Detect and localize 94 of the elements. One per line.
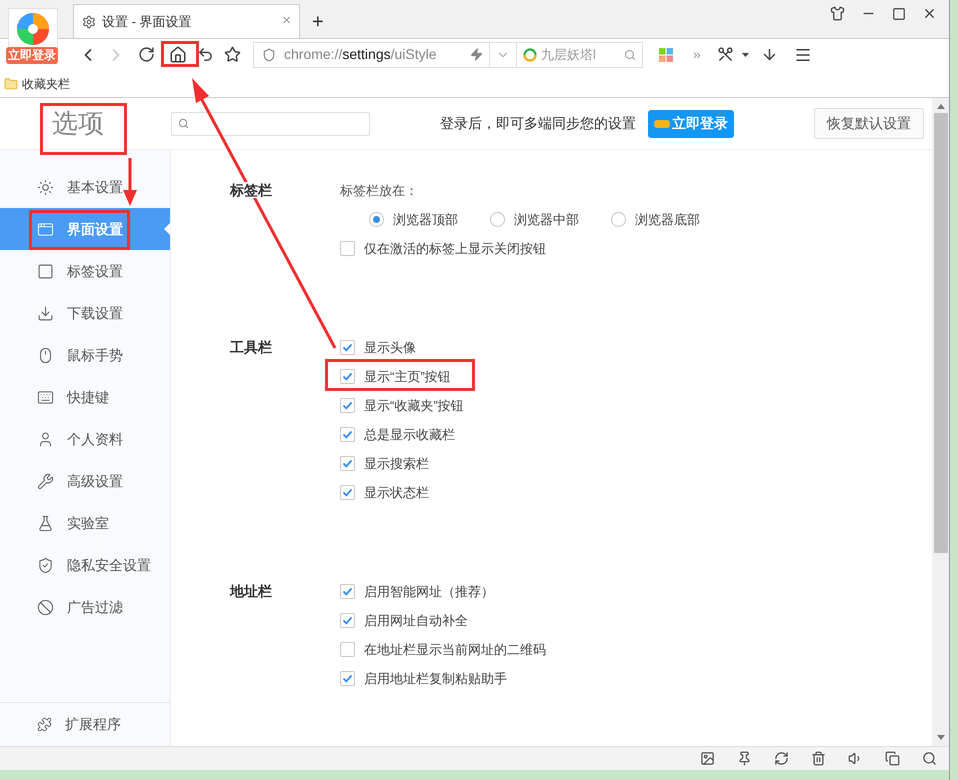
checkbox[interactable] [340,642,355,657]
checkbox-label: 在地址栏显示当前网址的二维码 [364,640,546,659]
section-title: 地址栏 [230,583,272,599]
download-icon [37,304,54,322]
gear-icon [82,14,96,28]
puzzle-icon [37,717,52,732]
image-icon[interactable] [700,751,715,766]
shield-icon [262,48,276,62]
radio-button[interactable] [490,212,505,227]
sync-text: 登录后，即可多端同步您的设置 [440,114,636,133]
checkbox-label: 显示状态栏 [364,484,429,502]
annotation-arrow [123,158,137,206]
url-text: chrome://settings/uiStyle [284,45,438,64]
scroll-down-icon[interactable] [936,735,944,740]
mouse-icon [37,346,54,364]
logo-icon [15,11,51,47]
flask-icon [37,514,54,532]
star-icon[interactable] [224,46,241,63]
caret-icon[interactable] [742,52,749,56]
search-field[interactable] [171,112,370,136]
bookmark-folder[interactable]: 收藏夹栏 [4,74,70,92]
checkbox-label: 启用地址栏复制粘贴助手 [364,670,507,688]
home-icon[interactable] [169,46,187,64]
sun-icon [37,178,54,196]
window-icon[interactable] [885,751,900,766]
block-icon [37,598,54,616]
maximize-icon[interactable] [892,6,906,20]
checkbox-label: 显示搜索栏 [364,454,429,473]
section-title: 工具栏 [230,339,272,355]
close-icon[interactable] [922,6,937,21]
undo-icon[interactable] [197,46,214,63]
browser-tab[interactable]: 设置 - 界面设置 × [73,4,300,38]
reset-button[interactable]: 恢复默认设置 [814,108,924,139]
settings-title: 选项 [52,107,104,140]
reload-icon[interactable] [138,46,155,63]
checkbox[interactable] [340,456,355,471]
checkbox[interactable] [340,398,355,413]
radio-button[interactable] [611,212,626,227]
annotation-box [161,41,199,67]
checkbox-label: 仅在激活的标签上显示关闭按钮 [364,240,546,258]
shield-icon [37,556,54,574]
checkbox[interactable] [340,613,355,628]
sidebar-item[interactable]: 基本设置 [0,166,170,208]
scroll-up-icon[interactable] [936,104,944,109]
new-tab-button[interactable]: + [312,12,324,32]
checkbox[interactable] [340,340,355,355]
sidebar-item[interactable]: 高级设置 [0,460,170,502]
lightning-icon[interactable] [470,48,483,61]
keyboard-icon [37,388,54,406]
checkbox-label: 启用网址自动补全 [364,612,468,630]
sidebar-item[interactable]: 快捷键 [0,376,170,418]
search-icon [178,118,189,129]
checkbox-label: 显示“主页”按钮 [364,368,451,386]
scroll-thumb[interactable] [934,113,948,553]
checkbox[interactable] [340,485,355,500]
trash-icon[interactable] [811,751,826,766]
search-icon[interactable] [624,48,636,60]
search-engine-icon [523,48,537,62]
sidebar-item[interactable]: 标签设置 [0,250,170,292]
address-bar[interactable]: chrome://settings/uiStyle 九层妖塔l [253,42,643,68]
checkbox[interactable] [340,241,355,256]
scissors-icon[interactable] [716,46,734,63]
sidebar-item[interactable]: 实验室 [0,502,170,544]
radio-label: 浏览器底部 [635,210,700,229]
user-icon [37,430,54,448]
section-title: 标签栏 [230,182,272,198]
radio-button[interactable] [369,212,384,227]
checkbox-label: 启用智能网址（推荐） [364,582,494,601]
wrench-icon [37,472,54,490]
sidebar-item[interactable]: 下载设置 [0,292,170,334]
checkbox-label: 总是显示收藏栏 [364,426,455,444]
tab-title: 设置 - 界面设置 [102,12,193,31]
search-icon[interactable] [922,751,937,766]
checkbox-label: 显示“收藏夹”按钮 [364,396,464,415]
scrollbar[interactable] [932,98,949,746]
checkbox[interactable] [340,369,355,384]
sidebar-item[interactable]: 鼠标手势 [0,334,170,376]
refresh-icon[interactable] [774,751,789,766]
square-icon [37,262,54,280]
option-caption: 标签栏放在： [340,182,419,200]
radio-label: 浏览器顶部 [393,210,458,229]
checkbox[interactable] [340,584,355,599]
checkbox-label: 显示头像 [364,338,416,357]
skin-icon[interactable] [830,6,845,21]
sidebar-item[interactable]: 隐私安全设置 [0,544,170,586]
checkbox[interactable] [340,427,355,442]
sidebar-item[interactable]: 广告过滤 [0,586,170,628]
apps-grid-icon[interactable] [659,48,673,62]
folder-icon [4,76,18,90]
window-icon [37,220,54,238]
checkbox[interactable] [340,671,355,686]
pin-icon[interactable] [737,751,752,766]
radio-label: 浏览器中部 [514,210,579,229]
sidebar-item[interactable]: 个人资料 [0,418,170,460]
